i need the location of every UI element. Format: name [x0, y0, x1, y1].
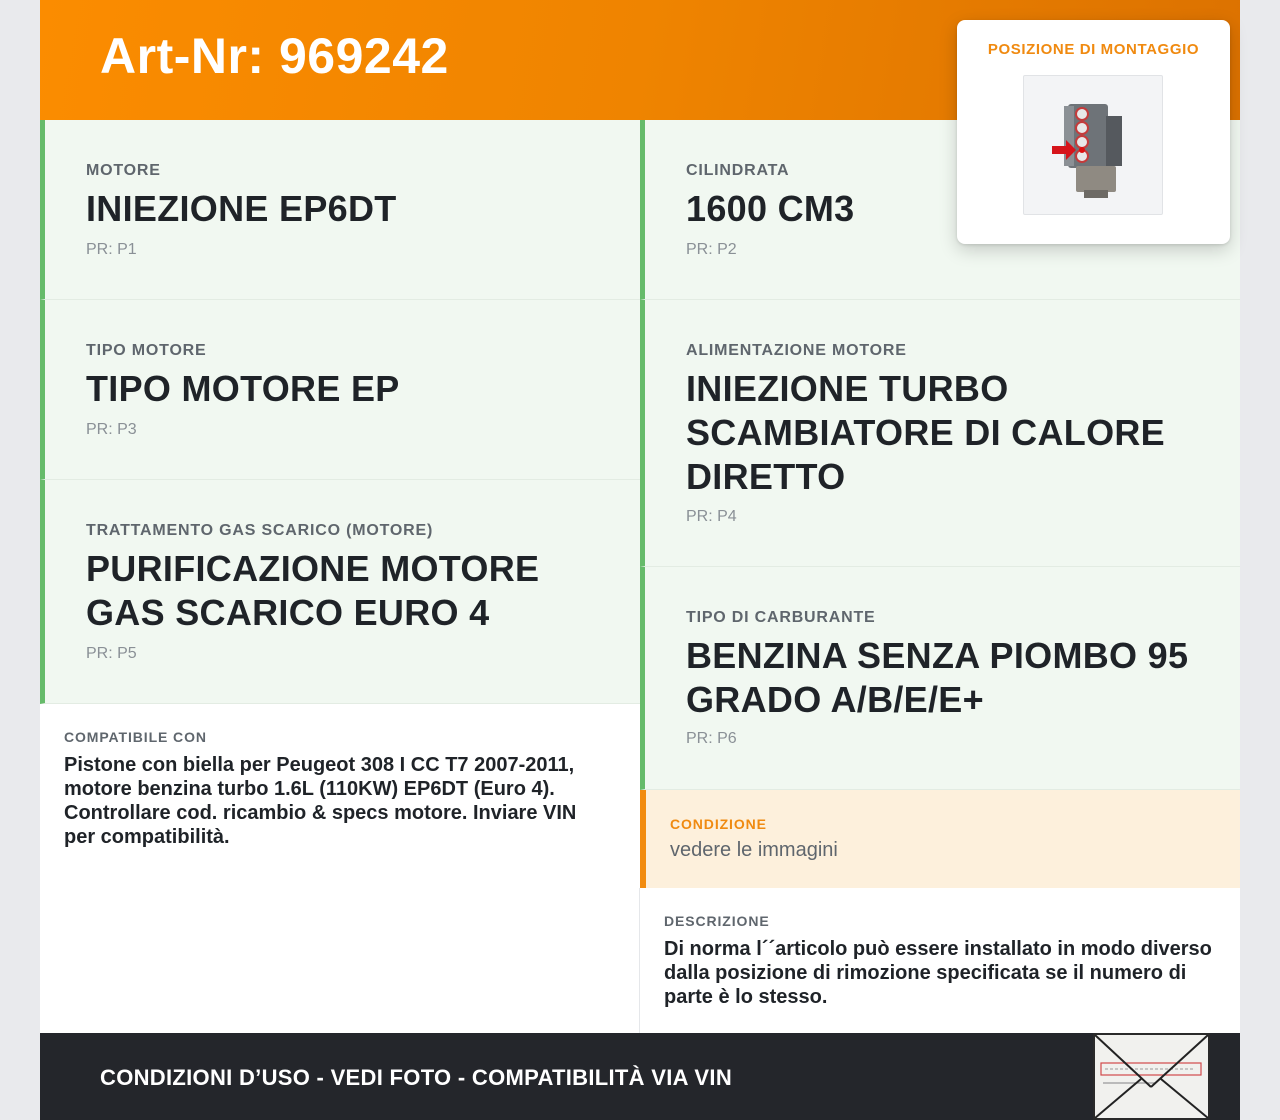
article-number-title: Art-Nr: 969242 [100, 28, 449, 84]
engine-block-icon [1052, 104, 1122, 198]
spec-ref: PR: P4 [686, 508, 737, 525]
spec-value: PURIFICAZIONE MOTORE GAS SCARICO EURO 4 [86, 548, 540, 633]
spec-ref: PR: P5 [86, 645, 137, 662]
footer-bar: CONDIZIONI D’USO - VEDI FOTO - COMPATIBI… [40, 1033, 1240, 1120]
condition-box: CONDIZIONE vedere le immagini [640, 790, 1240, 888]
description-text: Di norma l´´articolo può essere installa… [664, 938, 1212, 1008]
spec-alimentazione: ALIMENTAZIONE MOTORE INIEZIONE TURBO SCA… [640, 300, 1240, 567]
spec-motore: MOTORE INIEZIONE EP6DT PR: P1 [40, 120, 640, 300]
mounting-position-title: POSIZIONE DI MONTAGGIO [987, 41, 1200, 58]
envelope-stamp-icon [1093, 1033, 1210, 1120]
condition-label: CONDIZIONE [670, 816, 767, 832]
spec-label: ALIMENTAZIONE MOTORE [686, 342, 907, 359]
spec-label: MOTORE [86, 162, 161, 179]
spec-ref: PR: P1 [86, 241, 137, 258]
spec-label: TIPO DI CARBURANTE [686, 609, 876, 626]
spec-label: TRATTAMENTO GAS SCARICO (MOTORE) [86, 522, 434, 539]
spec-ref: PR: P2 [686, 241, 737, 258]
spec-label: CILINDRATA [686, 162, 790, 179]
spec-label: TIPO MOTORE [86, 342, 207, 359]
spec-value: INIEZIONE EP6DT [86, 188, 397, 229]
spec-carburante: TIPO DI CARBURANTE BENZINA SENZA PIOMBO … [640, 567, 1240, 790]
column-divider [639, 888, 640, 1033]
description-label: DESCRIZIONE [664, 913, 770, 929]
envelope-icon [1094, 1034, 1209, 1119]
spec-ref: PR: P3 [86, 421, 137, 438]
engine-position-image[interactable] [1023, 75, 1163, 215]
spec-value: TIPO MOTORE EP [86, 368, 400, 409]
mounting-position-card: POSIZIONE DI MONTAGGIO [957, 20, 1230, 244]
footer-text: CONDIZIONI D’USO - VEDI FOTO - COMPATIBI… [100, 1065, 733, 1090]
spec-value: INIEZIONE TURBO SCAMBIATORE DI CALORE DI… [686, 368, 1165, 497]
condition-text: vedere le immagini [670, 839, 838, 861]
compatibility-text: Pistone con biella per Peugeot 308 I CC … [64, 754, 577, 848]
spec-tipo-motore: TIPO MOTORE TIPO MOTORE EP PR: P3 [40, 300, 640, 480]
spec-trattamento-gas: TRATTAMENTO GAS SCARICO (MOTORE) PURIFIC… [40, 480, 640, 704]
compatibility-label: COMPATIBILE CON [64, 729, 207, 745]
spec-value: BENZINA SENZA PIOMBO 95 GRADO A/B/E/E+ [686, 635, 1189, 720]
product-sheet: Art-Nr: 969242 POSIZIONE DI MONTAGGIO MO… [40, 0, 1240, 1120]
spec-ref: PR: P6 [686, 730, 737, 747]
